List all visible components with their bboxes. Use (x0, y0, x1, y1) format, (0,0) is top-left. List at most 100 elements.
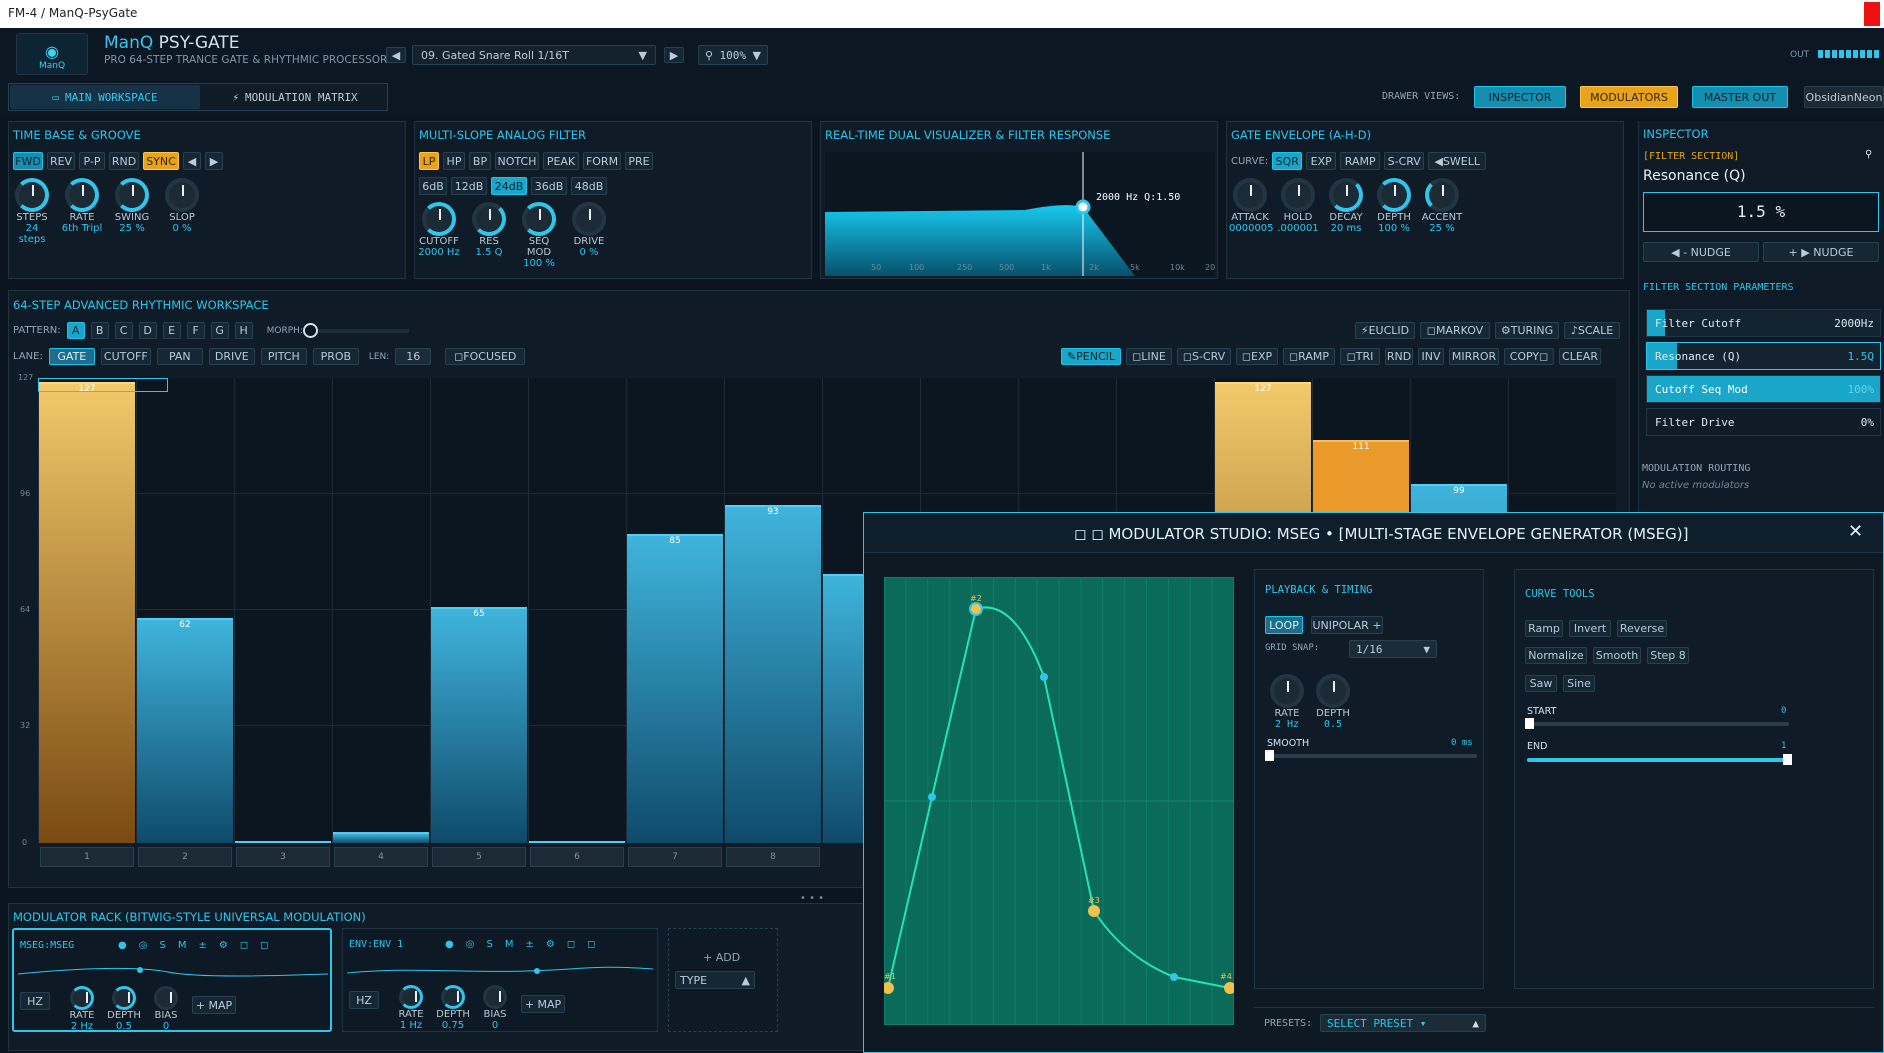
gear-icon[interactable]: ⚙ (219, 940, 240, 951)
morph-handle[interactable] (302, 322, 318, 338)
type-select[interactable]: TYPE ▲ (675, 971, 755, 989)
rate-knob[interactable] (65, 178, 99, 212)
tool-inv-button[interactable]: INV (1418, 348, 1444, 365)
lane-pan-button[interactable]: PAN (156, 348, 203, 365)
tool-pencil-button[interactable]: ✎ PENCIL (1061, 348, 1121, 365)
param-row-seqmod[interactable]: Cutoff Seq Mod 100% (1646, 375, 1881, 403)
pattern-g-button[interactable]: G (210, 322, 229, 339)
turing-button[interactable]: ⚙ TURING (1495, 322, 1559, 339)
lane-pitch-button[interactable]: PITCH (260, 348, 307, 365)
curve-scrv-button[interactable]: S-CRV (1384, 152, 1425, 170)
filter-hp-button[interactable]: HP (443, 152, 465, 170)
tool-clear-button[interactable]: CLEAR (1559, 348, 1601, 365)
rate-knob[interactable] (399, 985, 423, 1009)
slop-knob[interactable] (165, 178, 199, 212)
add-modulator-slot[interactable]: + ADD TYPE ▲ (668, 928, 778, 1032)
smooth-slider[interactable] (1265, 750, 1477, 761)
curve-ramp-button[interactable]: RAMP (1340, 152, 1381, 170)
curve-sqr-button[interactable]: SQR (1272, 152, 1303, 170)
slope-12db-button[interactable]: 12dB (451, 177, 487, 195)
mute-icon[interactable]: M (178, 940, 199, 951)
solo-icon[interactable]: S (486, 939, 504, 950)
mseg-point-3[interactable] (1088, 905, 1100, 917)
lane-drive-button[interactable]: DRIVE (208, 348, 255, 365)
filter-bp-button[interactable]: BP (469, 152, 491, 170)
dot-icon[interactable]: ● (118, 940, 139, 951)
tool-copy-button[interactable]: COPY ◻ (1504, 348, 1554, 365)
knob-cutoff[interactable]: CUTOFF 2000 Hz (417, 202, 461, 269)
markov-button[interactable]: ◻ MARKOV (1420, 322, 1490, 339)
unipolar-button[interactable]: UNIPOLAR + (1311, 616, 1383, 634)
pattern-f-button[interactable]: F (186, 322, 205, 339)
knob-slop[interactable]: SLOP 0 % (161, 178, 203, 245)
hold-knob[interactable] (1281, 178, 1315, 212)
mseg-mid-handle[interactable] (1170, 973, 1178, 981)
curve-invert-button[interactable]: Invert (1569, 620, 1611, 637)
end-slider[interactable] (1527, 754, 1792, 765)
curve-swell-button[interactable]: ◀ SWELL (1428, 152, 1487, 170)
mod-bias[interactable]: BIAS 0 (146, 986, 186, 1032)
knob-accent[interactable]: ACCENT 25 % (1421, 178, 1463, 234)
map-button[interactable]: + MAP (521, 995, 565, 1013)
knob-swing[interactable]: SWING 25 % (111, 178, 153, 245)
curve-smooth-button[interactable]: Smooth (1593, 647, 1641, 664)
param-row-cutoff[interactable]: Filter Cutoff 2000Hz (1646, 309, 1881, 337)
depth-knob[interactable] (441, 985, 465, 1009)
decay-knob[interactable] (1329, 178, 1363, 212)
start-slider[interactable] (1525, 718, 1789, 729)
prev-button[interactable]: ◀ (183, 152, 201, 170)
add-label[interactable]: + ADD (703, 951, 740, 964)
slope-48db-button[interactable]: 48dB (571, 177, 607, 195)
accent-knob[interactable] (1425, 178, 1459, 212)
step-bar[interactable]: 93 (725, 505, 821, 843)
tool-scrv-button[interactable]: ◻ S-CRV (1177, 348, 1231, 365)
filter-peak-button[interactable]: PEAK (543, 152, 579, 170)
end-handle[interactable] (1783, 754, 1792, 765)
close-icon[interactable] (1864, 2, 1880, 26)
knob-res[interactable]: RES 1.5 Q (467, 202, 511, 269)
attack-knob[interactable] (1233, 178, 1267, 212)
rate-knob[interactable] (1270, 674, 1304, 708)
pattern-c-button[interactable]: C (114, 322, 133, 339)
pattern-b-button[interactable]: B (90, 322, 109, 339)
cutoff-knob[interactable] (422, 202, 456, 236)
gear-icon[interactable]: ⚙ (546, 939, 567, 950)
tab-main-workspace[interactable]: ▭ MAIN WORKSPACE (10, 85, 200, 109)
drawer-modulators-button[interactable]: MODULATORS (1580, 86, 1678, 108)
mod-rate[interactable]: RATE 2 Hz (62, 986, 102, 1032)
next-button[interactable]: ▶ (205, 152, 223, 170)
curve-normalize-button[interactable]: Normalize (1525, 647, 1587, 664)
step-bar[interactable]: 62 (137, 618, 233, 843)
smooth-handle[interactable] (1265, 750, 1274, 761)
euclid-button[interactable]: ⚡ EUCLID (1355, 322, 1415, 339)
loop-button[interactable]: LOOP (1265, 616, 1303, 634)
knob-rate[interactable]: RATE 6th Tripl (61, 178, 103, 245)
swing-knob[interactable] (115, 178, 149, 212)
prev-preset-button[interactable]: ◀ (386, 47, 406, 63)
lane-prob-button[interactable]: PROB (312, 348, 359, 365)
tool-ramp-button[interactable]: ◻ RAMP (1283, 348, 1335, 365)
tab-modulation-matrix[interactable]: ⚡ MODULATION MATRIX (205, 85, 385, 109)
mod-depth[interactable]: DEPTH 0.75 (433, 985, 473, 1031)
step-bar[interactable]: 127 (39, 382, 135, 843)
start-handle[interactable] (1525, 718, 1534, 729)
pin-icon[interactable]: ⚲ (1865, 149, 1872, 160)
mseg-rate[interactable]: RATE 2 Hz (1267, 674, 1307, 730)
rnd-button[interactable]: RND (109, 152, 139, 170)
rate-knob[interactable] (70, 986, 94, 1010)
lane-cutoff-button[interactable]: CUTOFF (100, 348, 151, 365)
curve-step8-button[interactable]: Step 8 (1647, 647, 1689, 664)
step-bar[interactable] (235, 841, 331, 843)
preset-select[interactable]: 09. Gated Snare Roll 1/16T ▼ (412, 45, 656, 65)
mseg-mid-handle[interactable] (1040, 673, 1048, 681)
copy-icon[interactable]: ◻ (567, 939, 587, 950)
param-row-drive[interactable]: Filter Drive 0% (1646, 408, 1881, 436)
mod-card-env[interactable]: ENV:ENV 1 ●◎SM±⚙◻◻ HZ RATE 1 Hz DEPTH 0.75… (342, 928, 658, 1032)
drawer-inspector-button[interactable]: INSPECTOR (1474, 86, 1566, 108)
tool-mirror-button[interactable]: MIRROR (1449, 348, 1499, 365)
presets-select[interactable]: SELECT PRESET ▾ ▲ (1320, 1014, 1486, 1032)
hz-button[interactable]: HZ (349, 991, 379, 1009)
plusminus-icon[interactable]: ± (525, 939, 545, 950)
focused-toggle[interactable]: ◻ FOCUSED (445, 348, 526, 365)
curve-saw-button[interactable]: Saw (1525, 675, 1557, 692)
